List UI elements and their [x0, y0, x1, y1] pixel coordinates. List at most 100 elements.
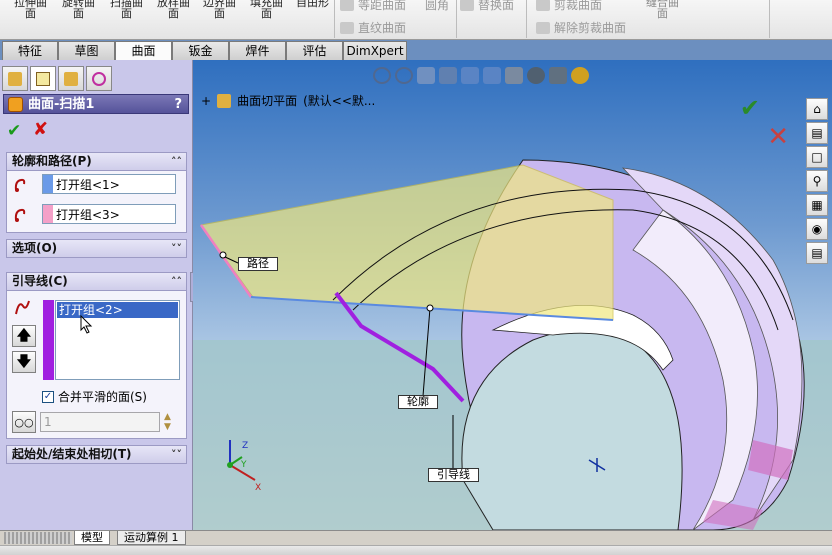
guide-callout: 引导线 [428, 468, 479, 482]
profile-field[interactable]: 打开组<1> [42, 174, 176, 194]
untrim-surface-icon [536, 21, 550, 34]
spinner-arrows-icon[interactable]: ▲ ▼ [164, 412, 171, 432]
command-label: 面 [25, 7, 36, 20]
file-explorer-icon[interactable]: □ [806, 146, 828, 168]
configuration-manager-tab[interactable] [58, 66, 84, 91]
tangency-header[interactable]: 起始处/结束处相切(T) ˅˅ [6, 445, 187, 464]
help-button[interactable]: ? [174, 95, 182, 115]
previous-view-icon[interactable] [417, 67, 435, 84]
path-field[interactable]: 打开组<3> [42, 204, 176, 224]
untrim-surface-button[interactable]: 解除剪裁曲面 [536, 19, 626, 36]
tab-model[interactable]: 模型 [74, 531, 110, 545]
tab-weldments[interactable]: 焊件 [229, 41, 286, 60]
search-icon[interactable]: ⚲ [806, 170, 828, 192]
command-label: 自由形 [296, 0, 329, 9]
profile-icon [12, 174, 32, 194]
extrude-surface-button[interactable]: 拉伸曲面 [14, 0, 47, 19]
boundary-surface-button[interactable]: 边界曲面 [203, 0, 236, 19]
tab-dimxpert[interactable]: DimXpert [343, 41, 407, 60]
display-style-icon[interactable] [483, 67, 501, 84]
tab-features[interactable]: 特征 [2, 41, 58, 60]
home-icon[interactable]: ⌂ [806, 98, 828, 120]
tab-sheet-metal[interactable]: 钣金 [172, 41, 229, 60]
knit-surface-button[interactable]: 缝合曲面 [646, 0, 679, 19]
configuration-name: (默认<<默... [303, 94, 376, 108]
command-label: 圆角 [425, 0, 450, 12]
tab-sketch[interactable]: 草图 [58, 41, 115, 60]
guide-curve-list[interactable]: 打开组<2> [55, 300, 180, 380]
move-up-button[interactable]: 🡅 [12, 325, 36, 347]
hide-show-items-icon[interactable] [505, 67, 523, 84]
move-down-button[interactable]: 🡇 [12, 351, 36, 373]
offset-surface-button[interactable]: 等距曲面 [340, 0, 406, 13]
command-manager-tabs: 特征 草图 曲面 钣金 焊件 评估 DimXpert – ⧉ ✕ [0, 40, 832, 96]
ruled-surface-icon [340, 21, 354, 34]
expand-chevron-icon[interactable]: ˅˅ [171, 446, 182, 463]
replace-face-button[interactable]: 替换面 [460, 0, 514, 13]
loft-surface-button[interactable]: 放样曲面 [157, 0, 190, 19]
flyout-feature-tree[interactable]: + 曲面切平面 (默认<<默... [201, 92, 375, 109]
view-palette-icon[interactable]: ▦ [806, 194, 828, 216]
show-sections-button[interactable]: ○○ [12, 411, 36, 433]
confirm-ok-icon[interactable]: ✔ [740, 94, 760, 122]
merge-smooth-faces-checkbox[interactable]: ✓ 合并平滑的面(S) [42, 388, 147, 405]
expand-chevron-icon[interactable]: ˅˅ [171, 240, 182, 257]
appearances-icon[interactable]: ◉ [806, 218, 828, 240]
section-title: 选项(O) [12, 241, 58, 255]
feature-tree-icon [8, 71, 22, 86]
property-manager-tab[interactable] [30, 66, 56, 91]
checkbox-box[interactable]: ✓ [42, 390, 54, 403]
control-point [219, 251, 227, 259]
guide-list-item[interactable]: 打开组<2> [57, 302, 178, 318]
collapse-chevron-icon[interactable]: ˄˄ [171, 153, 182, 170]
design-library-icon[interactable]: ▤ [806, 122, 828, 144]
bottom-bar: 模型 运动算例 1 [0, 530, 832, 555]
view-settings-icon[interactable] [571, 67, 589, 84]
path-selection-row: 打开组<3> [12, 204, 176, 224]
custom-properties-icon[interactable]: ▤ [806, 242, 828, 264]
zoom-to-area-icon[interactable] [395, 67, 413, 84]
section-number-field[interactable]: 1 [40, 412, 160, 432]
trim-surface-button[interactable]: 剪裁曲面 [536, 0, 602, 13]
command-label: 直纹曲面 [358, 21, 407, 35]
sweep-surface-button[interactable]: 扫描曲面 [110, 0, 143, 19]
view-orientation-icon[interactable] [461, 67, 479, 84]
graphics-area[interactable]: Z X Y + 曲面切平面 (默认<<默... ✔ ✕ 路径 轮廓 引导线 ⌂ … [193, 60, 832, 530]
apply-scene-icon[interactable] [549, 67, 567, 84]
confirm-cancel-icon[interactable]: ✕ [767, 122, 789, 152]
zoom-to-fit-icon[interactable] [373, 67, 391, 84]
command-label: 面 [657, 7, 668, 20]
expand-plus-icon[interactable]: + [201, 94, 211, 108]
section-title: 引导线(C) [12, 274, 68, 288]
section-view-icon[interactable] [439, 67, 457, 84]
feature-manager-tab[interactable] [2, 66, 28, 91]
command-ribbon: 拉伸曲面 旋转曲面 扫描曲面 放样曲面 边界曲面 填充曲面 自由形 等距曲面 直… [0, 0, 832, 40]
property-icon [36, 71, 50, 86]
freeform-button[interactable]: 自由形 [296, 0, 329, 8]
revolve-surface-button[interactable]: 旋转曲面 [62, 0, 95, 19]
tab-motion-study[interactable]: 运动算例 1 [117, 531, 186, 545]
tab-evaluate[interactable]: 评估 [286, 41, 343, 60]
fillet-button[interactable]: 圆角 [425, 0, 449, 13]
crosshair-icon [92, 71, 106, 86]
horizontal-scrollbar[interactable] [4, 532, 72, 544]
mouse-cursor-icon [80, 315, 93, 334]
guide-curves-header[interactable]: 引导线(C) ˄˄ [6, 272, 187, 291]
profile-selection-row: 打开组<1> [12, 174, 176, 194]
path-color-swatch [43, 205, 53, 223]
z-axis-label: Z [242, 441, 248, 451]
command-label: 替换面 [478, 0, 515, 12]
fill-surface-button[interactable]: 填充曲面 [250, 0, 283, 19]
collapse-chevron-icon[interactable]: ˄˄ [171, 273, 182, 290]
tab-surfaces[interactable]: 曲面 [115, 41, 172, 61]
guide-color-swatch [43, 300, 54, 380]
cancel-button[interactable]: ✘ [33, 119, 48, 140]
options-header[interactable]: 选项(O) ˅˅ [6, 239, 187, 258]
ok-button[interactable]: ✔ [7, 121, 21, 141]
edit-appearance-icon[interactable] [527, 67, 545, 84]
property-manager: 曲面-扫描1 ? ✔ ✘ 轮廓和路径(P) ˄˄ 打开组<1> 打开组<3> 选… [0, 60, 196, 530]
profile-path-header[interactable]: 轮廓和路径(P) ˄˄ [6, 152, 187, 171]
ruled-surface-button[interactable]: 直纹曲面 [340, 19, 406, 36]
trim-surface-icon [536, 0, 550, 11]
dimxpert-manager-tab[interactable] [86, 66, 112, 91]
